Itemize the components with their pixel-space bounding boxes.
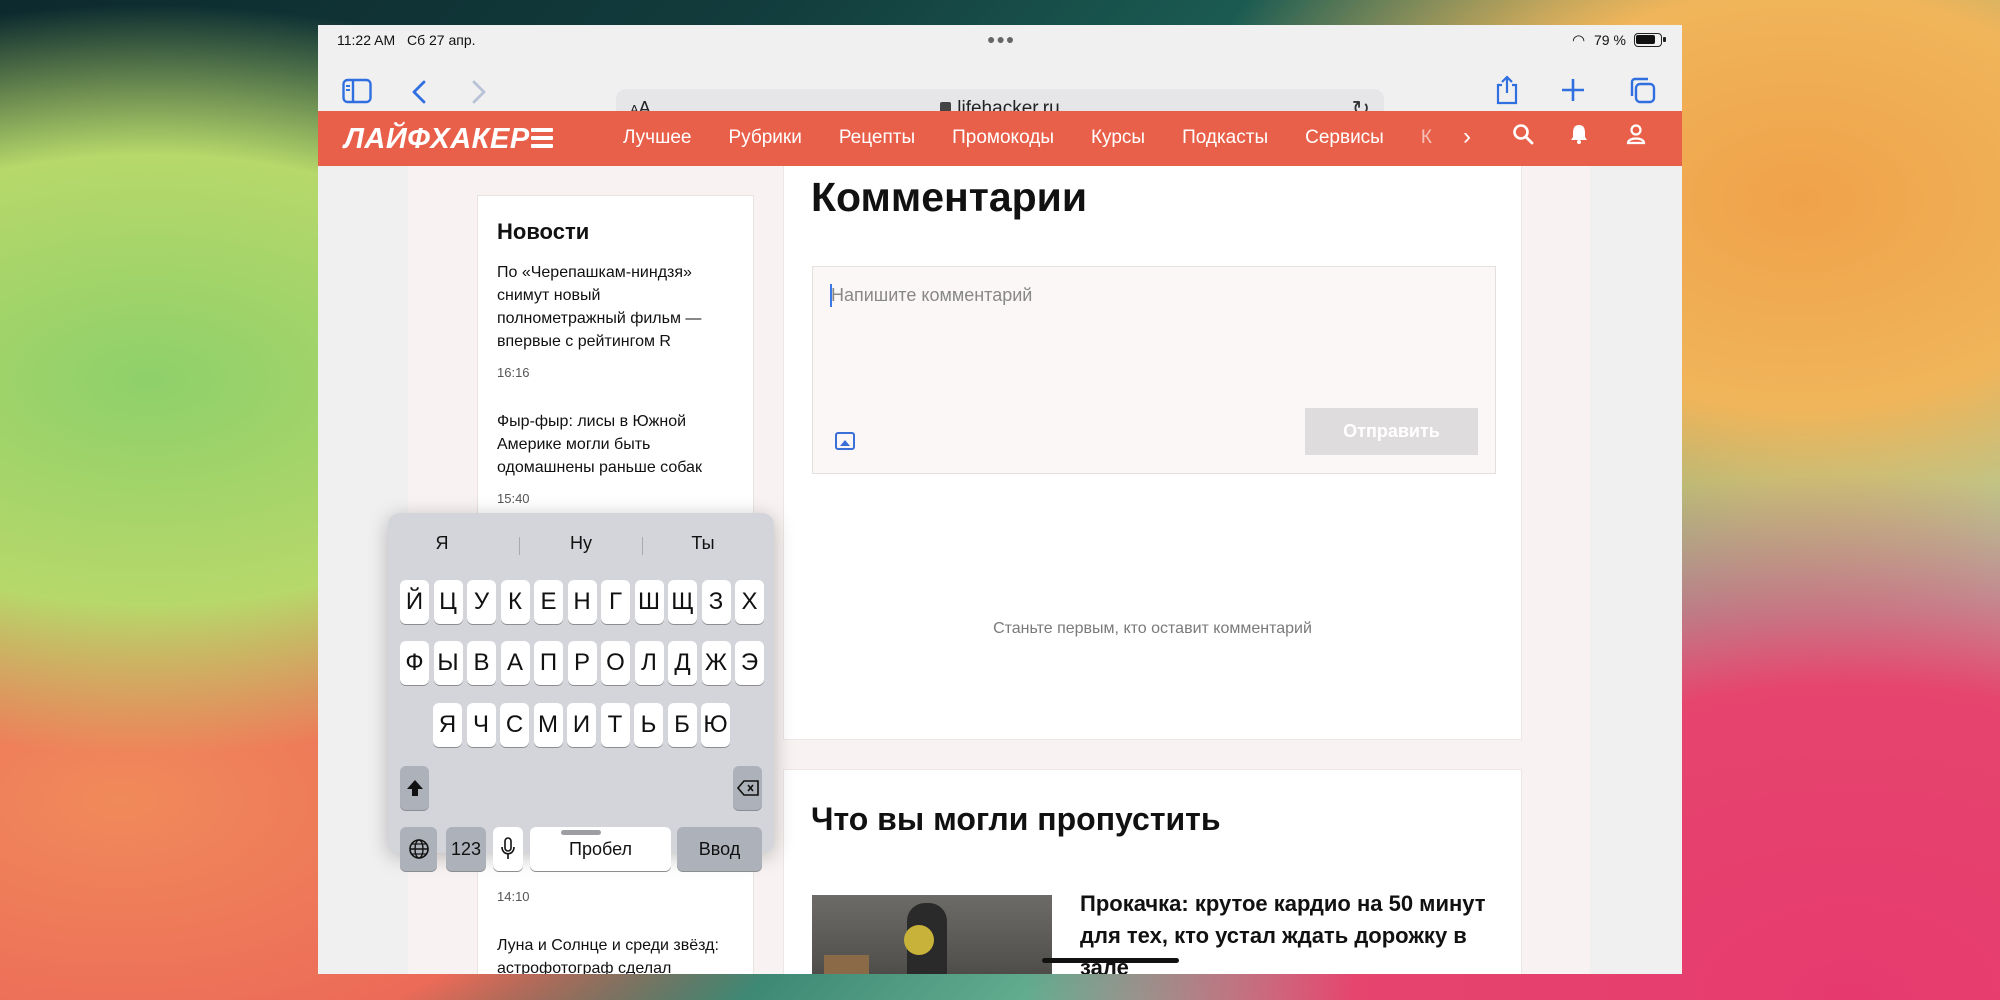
letter-key[interactable]: Ь: [634, 703, 663, 747]
letter-key[interactable]: Г: [601, 580, 630, 624]
globe-key[interactable]: [400, 827, 437, 871]
news-time: 15:40: [497, 491, 530, 506]
status-date: Сб 27 апр.: [407, 32, 476, 48]
letter-key[interactable]: Щ: [668, 580, 697, 624]
new-tab-icon[interactable]: [1560, 77, 1586, 108]
news-item[interactable]: Луна и Солнце и среди звёзд: астрофотогр…: [497, 934, 732, 974]
letter-key[interactable]: Я: [433, 703, 462, 747]
letter-key[interactable]: Ж: [701, 641, 731, 685]
comment-input[interactable]: Напишите комментарий Отправить: [812, 266, 1496, 474]
letter-key[interactable]: Х: [735, 580, 764, 624]
letter-key[interactable]: А: [500, 641, 530, 685]
tabs-overview-icon[interactable]: [1628, 76, 1656, 109]
letter-key[interactable]: Б: [667, 703, 697, 747]
nav-item-more[interactable]: К: [1421, 127, 1432, 148]
news-time: 16:16: [497, 365, 530, 380]
letter-key[interactable]: Н: [567, 580, 597, 624]
suggestion[interactable]: Я: [382, 533, 502, 554]
sidebar-toggle-icon[interactable]: [342, 78, 372, 109]
letter-key[interactable]: В: [467, 641, 496, 685]
letter-key[interactable]: Д: [668, 641, 697, 685]
news-title: Новости: [497, 219, 590, 244]
missed-title: Что вы могли пропустить: [811, 801, 1221, 837]
nav-links: Лучшее Рубрики Рецепты Промокоды Курсы Подкас…: [623, 127, 1432, 149]
back-icon[interactable]: [410, 79, 428, 110]
site-logo[interactable]: ЛАЙФХАКЕР: [344, 123, 530, 156]
letter-key[interactable]: Ю: [701, 703, 730, 747]
article-thumbnail[interactable]: [812, 895, 1052, 974]
news-item[interactable]: Фыр-фыр: лисы в Южной Америке могли быть…: [497, 410, 732, 479]
suggestion[interactable]: Ну: [521, 533, 641, 554]
nav-item-recipes[interactable]: Рецепты: [839, 127, 915, 148]
menu-icon[interactable]: [531, 128, 553, 148]
nav-next-icon[interactable]: ›: [1463, 123, 1471, 151]
text-caret: [830, 284, 832, 307]
nav-item-courses[interactable]: Курсы: [1091, 127, 1145, 148]
letter-key[interactable]: К: [500, 580, 530, 624]
suggestion-divider: [519, 537, 520, 555]
letter-key[interactable]: Ц: [433, 580, 463, 624]
news-time: 14:10: [497, 889, 530, 904]
enter-key[interactable]: Ввод: [677, 827, 762, 871]
status-bar: 11:22 AM Сб 27 апр. ●●● ◠ 79 %: [318, 25, 1682, 55]
no-comments-text: Станьте первым, кто оставит комментарий: [993, 620, 1312, 637]
news-item[interactable]: По «Черепашкам-ниндзя» снимут новый полн…: [497, 261, 732, 353]
nav-item-promocodes[interactable]: Промокоды: [952, 127, 1054, 148]
status-time: 11:22 AM: [337, 32, 396, 48]
shift-key[interactable]: [400, 766, 429, 810]
search-icon[interactable]: [1512, 123, 1534, 151]
numbers-key[interactable]: 123: [446, 827, 486, 871]
letter-key[interactable]: С: [500, 703, 529, 747]
home-indicator[interactable]: [1042, 958, 1179, 963]
forward-icon[interactable]: [470, 79, 488, 110]
letter-key[interactable]: П: [534, 641, 563, 685]
floating-keyboard: Я Ну Ты ЙЦУКЕНГШЩЗХ ФЫВАПРОЛДЖЭ ЯЧСМИТЬБ…: [388, 513, 774, 871]
nav-item-best[interactable]: Лучшее: [623, 127, 691, 148]
nav-item-categories[interactable]: Рубрики: [728, 127, 801, 148]
letter-key[interactable]: Э: [735, 641, 764, 685]
attach-image-icon[interactable]: [835, 432, 855, 450]
nav-item-podcasts[interactable]: Подкасты: [1182, 127, 1268, 148]
letter-key[interactable]: М: [533, 703, 563, 747]
letter-key[interactable]: У: [467, 580, 496, 624]
letter-key[interactable]: Ы: [433, 641, 463, 685]
letter-key[interactable]: Ф: [400, 641, 429, 685]
multitasking-dots-icon[interactable]: ●●●: [987, 31, 1015, 47]
send-button[interactable]: Отправить: [1305, 408, 1478, 455]
letter-key[interactable]: И: [567, 703, 596, 747]
site-navigation: ЛАЙФХАКЕР Лучшее Рубрики Рецепты Промокоды К…: [318, 111, 1682, 166]
comment-placeholder: Напишите комментарий: [831, 285, 1033, 305]
comments-title: Комментарии: [811, 174, 1088, 220]
ipad-screen: 11:22 AM Сб 27 апр. ●●● ◠ 79 % AA lifeha…: [318, 25, 1682, 974]
battery-percent: 79 %: [1594, 32, 1626, 48]
letter-key[interactable]: З: [701, 580, 731, 624]
letter-key[interactable]: Й: [400, 580, 429, 624]
microphone-icon[interactable]: [493, 827, 523, 871]
letter-key[interactable]: Ш: [634, 580, 664, 624]
letter-key[interactable]: Р: [567, 641, 597, 685]
keyboard-drag-handle[interactable]: [561, 830, 601, 835]
letter-key[interactable]: Е: [534, 580, 563, 624]
user-icon[interactable]: [1625, 123, 1647, 151]
suggestion[interactable]: Ты: [643, 533, 763, 554]
comments-section: Комментарии Напишите комментарий Отправи…: [783, 166, 1522, 740]
share-icon[interactable]: [1494, 74, 1520, 111]
letter-key[interactable]: О: [601, 641, 630, 685]
battery-icon: [1634, 33, 1666, 47]
nav-item-services[interactable]: Сервисы: [1305, 127, 1384, 148]
letter-key[interactable]: Т: [600, 703, 630, 747]
missed-section: Что вы могли пропустить Прокачка: крутое…: [783, 769, 1522, 974]
bell-icon[interactable]: [1569, 123, 1589, 151]
letter-key[interactable]: Л: [634, 641, 664, 685]
backspace-key[interactable]: [733, 766, 762, 810]
letter-key[interactable]: Ч: [466, 703, 496, 747]
wifi-icon: ◠: [1572, 32, 1586, 49]
